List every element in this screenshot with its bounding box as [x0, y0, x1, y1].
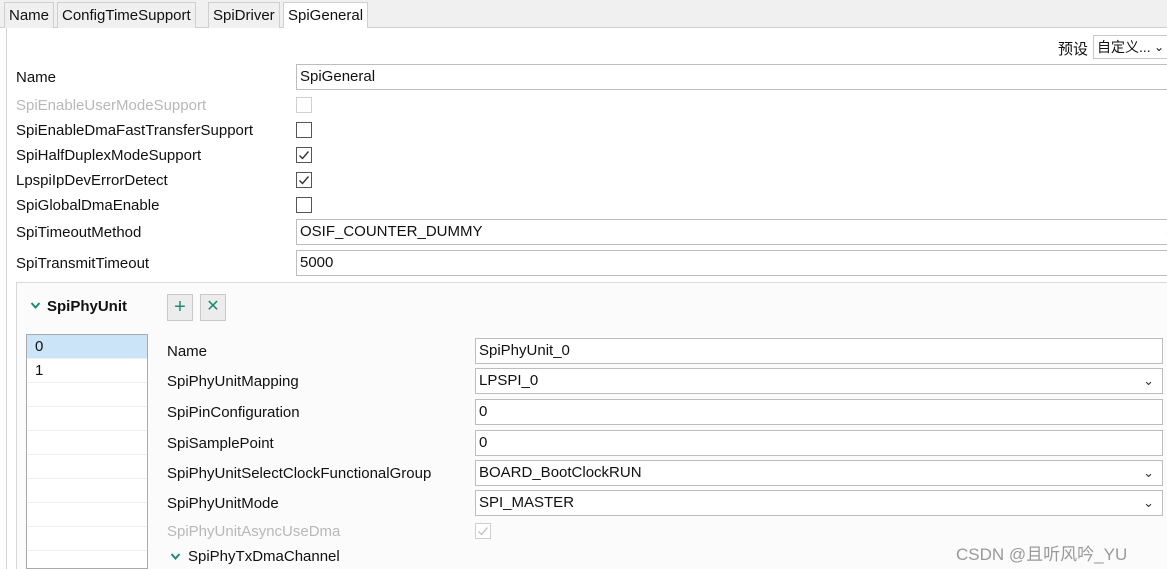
- list-item[interactable]: 0: [27, 335, 147, 359]
- transmit-timeout-label: SpiTransmitTimeout: [16, 255, 150, 272]
- checkmark-icon: [299, 176, 310, 185]
- phy-mapping-value: LPSPI_0: [479, 372, 539, 389]
- chevron-down-icon: ⌄: [1143, 495, 1154, 510]
- timeout-method-select[interactable]: OSIF_COUNTER_DUMMY ⌄: [296, 219, 1167, 245]
- tx-dma-channel-label: SpiPhyTxDmaChannel: [188, 548, 340, 565]
- async-dma-label: SpiPhyUnitAsyncUseDma: [167, 523, 341, 540]
- timeout-method-label: SpiTimeoutMethod: [16, 224, 142, 241]
- preset-label: 预设: [1058, 41, 1089, 58]
- list-item-empty: [27, 383, 147, 407]
- tab-config-time-support[interactable]: ConfigTimeSupport: [57, 2, 196, 28]
- half-duplex-checkbox[interactable]: [296, 147, 312, 163]
- list-item-empty: [27, 431, 147, 455]
- timeout-method-value: OSIF_COUNTER_DUMMY: [300, 223, 483, 240]
- phy-unit-list: 0 1: [26, 334, 148, 569]
- dev-error-label: LpspiIpDevErrorDetect: [16, 172, 168, 189]
- name-input[interactable]: SpiGeneral: [296, 64, 1167, 90]
- phy-name-input[interactable]: SpiPhyUnit_0: [475, 338, 1163, 364]
- user-mode-checkbox: [296, 97, 312, 113]
- tab-bar: Name ConfigTimeSupport SpiDriver SpiGene…: [0, 0, 1167, 29]
- list-item-empty: [27, 479, 147, 503]
- phy-mode-select[interactable]: SPI_MASTER ⌄: [475, 490, 1163, 516]
- sample-point-label: SpiSamplePoint: [167, 435, 274, 452]
- async-dma-checkbox: [475, 523, 491, 539]
- dma-fast-label: SpiEnableDmaFastTransferSupport: [16, 122, 254, 139]
- chevron-down-icon: ⌄: [1143, 465, 1154, 480]
- phy-mode-label: SpiPhyUnitMode: [167, 495, 279, 512]
- watermark: CSDN @且听风吟_YU: [956, 545, 1128, 564]
- dev-error-checkbox[interactable]: [296, 172, 312, 188]
- list-item-empty: [27, 407, 147, 431]
- half-duplex-label: SpiHalfDuplexModeSupport: [16, 147, 202, 164]
- dma-fast-checkbox[interactable]: [296, 122, 312, 138]
- phy-mapping-select[interactable]: LPSPI_0 ⌄: [475, 368, 1163, 394]
- global-dma-checkbox[interactable]: [296, 197, 312, 213]
- chevron-down-icon[interactable]: [30, 300, 41, 311]
- checkmark-icon: [478, 527, 489, 536]
- phy-mapping-label: SpiPhyUnitMapping: [167, 373, 299, 390]
- phy-name-label: Name: [167, 343, 208, 360]
- list-item-empty: [27, 503, 147, 527]
- checkmark-icon: [299, 151, 310, 160]
- preset-select[interactable]: 自定义... ⌄: [1093, 35, 1167, 59]
- clock-group-value: BOARD_BootClockRUN: [479, 464, 642, 481]
- preset-value: 自定义...: [1097, 39, 1151, 55]
- chevron-down-icon: ⌄: [1143, 373, 1154, 388]
- phy-mode-value: SPI_MASTER: [479, 494, 575, 511]
- tab-name[interactable]: Name: [4, 2, 55, 28]
- list-item[interactable]: 1: [27, 359, 147, 383]
- tab-spi-general[interactable]: SpiGeneral: [283, 2, 369, 29]
- remove-button[interactable]: ✕: [200, 294, 226, 321]
- clock-group-select[interactable]: BOARD_BootClockRUN ⌄: [475, 460, 1163, 486]
- tab-spi-driver[interactable]: SpiDriver: [208, 2, 280, 28]
- pin-config-input[interactable]: 0: [475, 399, 1163, 425]
- sample-point-input[interactable]: 0: [475, 430, 1163, 456]
- chevron-down-icon: ⌄: [1153, 40, 1164, 54]
- section-title: SpiPhyUnit: [47, 298, 128, 315]
- global-dma-label: SpiGlobalDmaEnable: [16, 197, 160, 214]
- name-label: Name: [16, 69, 57, 86]
- add-button[interactable]: +: [167, 294, 193, 321]
- pin-config-label: SpiPinConfiguration: [167, 404, 300, 421]
- clock-group-label: SpiPhyUnitSelectClockFunctionalGroup: [167, 465, 432, 482]
- list-item-empty: [27, 455, 147, 479]
- transmit-timeout-input[interactable]: 5000: [296, 250, 1167, 276]
- list-item-empty: [27, 527, 147, 551]
- user-mode-label: SpiEnableUserModeSupport: [16, 97, 207, 114]
- chevron-down-icon[interactable]: [170, 551, 181, 562]
